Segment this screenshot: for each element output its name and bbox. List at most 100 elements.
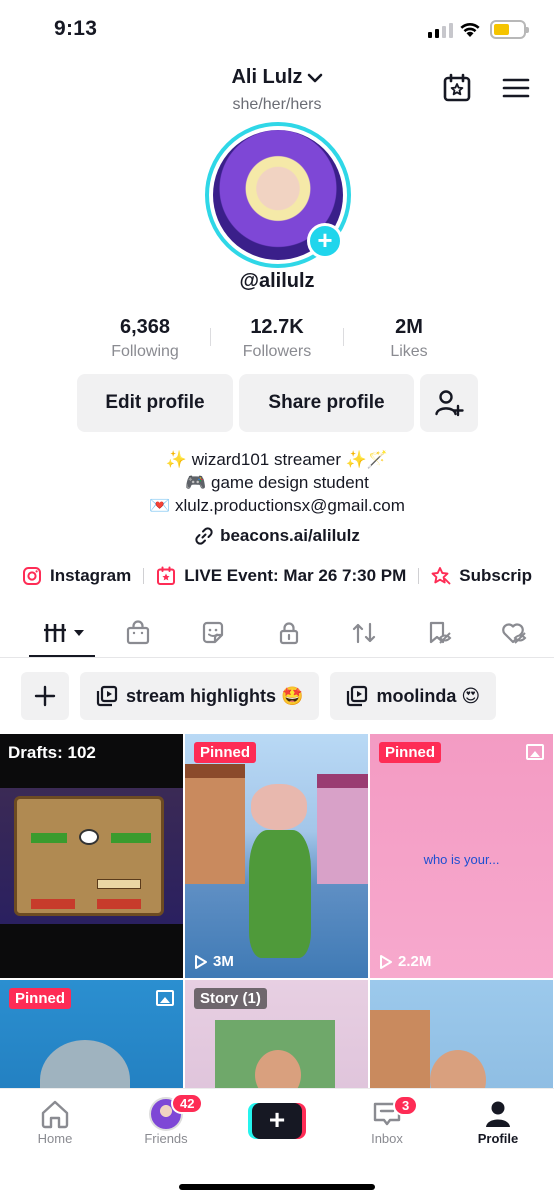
chevron-down-icon[interactable] [307,72,323,84]
pinned-badge: Pinned [194,742,257,763]
bio-line: ✨ wizard101 streamer ✨🪄 [165,450,389,469]
thumbnail-scene [40,1040,130,1094]
video-tile[interactable]: Pinned who is your... 2.2M [370,734,553,978]
playlist-label: moolinda 😍 [376,685,481,706]
stat-label: Likes [390,343,428,360]
chip-label: LIVE Event: Mar 26 7:30 PM [184,566,407,585]
thumbnail-character [251,784,307,830]
bookmark-hidden-icon [429,621,452,644]
thumbnail-scene [370,1010,430,1094]
bio-line: 💌 xlulz.productionsx@gmail.com [149,496,405,515]
drafts-label: Drafts: 102 [8,743,96,762]
play-icon [380,954,392,969]
playlist-label: stream highlights 🤩 [126,685,304,706]
calendar-star-icon [157,566,176,585]
share-profile-button[interactable]: Share profile [239,374,414,432]
wifi-icon [460,23,480,37]
videos-grid-icon [44,624,84,642]
profile-icon [486,1101,510,1127]
chip-live-event[interactable]: LIVE Event: Mar 26 7:30 PM [156,566,406,586]
bio-link[interactable]: beacons.ai/alilulz [0,526,554,546]
playlist-chip[interactable]: moolinda 😍 [330,672,497,720]
plus-icon: + [252,1103,302,1139]
video-tile[interactable] [370,980,553,1094]
stat-label: Followers [242,343,312,360]
nav-profile[interactable]: Profile [453,1097,543,1146]
playlist-chip[interactable]: stream highlights 🤩 [80,672,320,720]
video-tile[interactable]: Story (1) [185,980,368,1094]
nav-home[interactable]: Home [10,1097,100,1146]
add-friend-button[interactable] [420,374,478,432]
status-bar: 9:13 [0,0,554,60]
video-caption: who is your... [423,852,500,867]
profile-actions: Edit profile Share profile [77,374,478,432]
instagram-icon [23,567,41,585]
nav-inbox[interactable]: Inbox 3 [342,1095,432,1146]
tab-favorites[interactable] [419,618,459,648]
nav-label: Inbox [371,1131,403,1146]
story-badge: Story (1) [194,988,267,1009]
active-tab-indicator [29,655,95,657]
subscription-star-icon [431,567,451,585]
heart-hidden-icon [502,623,527,644]
hamburger-menu-icon[interactable] [502,77,530,99]
home-icon [41,1100,69,1129]
repost-icon [352,622,376,644]
tab-stickers[interactable] [193,618,233,648]
cellular-signal-icon [428,22,453,38]
stat-value: 12.7K [250,316,304,338]
nav-label: Home [37,1131,73,1146]
drafts-tile[interactable]: Drafts: 102 [0,734,183,978]
stat-followers[interactable]: 12.7K Followers [210,316,344,361]
profile-bio: ✨ wizard101 streamer ✨🪄 🎮 game design st… [0,448,554,517]
playlist-icon [96,685,118,707]
status-time: 9:13 [54,17,98,40]
chip-subscription[interactable]: Subscrip [431,566,532,586]
stat-likes[interactable]: 2M Likes [344,316,474,361]
tab-liked[interactable] [494,618,534,648]
plus-icon [34,685,56,707]
bio-line: 🎮 game design student [185,473,369,492]
stat-value: 6,368 [119,316,171,338]
shop-bag-icon [126,620,150,645]
stat-following[interactable]: 6,368 Following [80,316,210,361]
add-playlist-button[interactable] [21,672,69,720]
nav-friends[interactable]: Friends 42 [121,1093,211,1146]
add-story-plus-icon[interactable]: + [307,223,343,259]
content-tabs [0,610,554,658]
tab-private[interactable] [269,618,309,648]
playlist-icon [347,685,368,707]
view-count: 3M [194,953,234,970]
nav-label: Friends [144,1131,188,1146]
profile-handle: @alilulz [239,270,315,292]
thumbnail-scene [317,774,368,884]
stat-value: 2M [395,316,423,338]
battery-icon [490,20,529,39]
chip-label: Instagram [50,566,132,585]
pinned-badge: Pinned [379,742,442,763]
stat-label: Following [111,343,179,360]
bio-link-text[interactable]: beacons.ai/alilulz [220,526,360,546]
inbox-badge: 3 [393,1095,419,1116]
create-button[interactable]: + [248,1103,306,1139]
edit-profile-button[interactable]: Edit profile [77,374,233,432]
view-count-text: 2.2M [398,953,432,970]
stat-divider [210,328,211,346]
view-count-text: 3M [213,953,234,970]
lock-icon [279,622,299,645]
tab-reposts[interactable] [344,618,384,648]
home-indicator [179,1184,375,1190]
tab-shop[interactable] [118,618,158,648]
username[interactable]: Ali Lulz [231,66,302,89]
video-tile[interactable]: Pinned 3M [185,734,368,978]
tab-videos[interactable] [40,618,90,648]
video-tile[interactable]: Pinned [0,980,183,1094]
drafts-thumbnail [0,788,183,924]
nav-label: Profile [477,1131,519,1146]
link-icon [195,527,213,545]
profile-header: Ali Lulz she/her/hers [0,60,554,120]
profile-link-chips: Instagram LIVE Event: Mar 26 7:30 PM Sub… [22,566,554,586]
photo-post-icon [526,744,544,760]
chip-instagram[interactable]: Instagram [22,566,131,586]
calendar-star-icon[interactable] [442,73,472,103]
